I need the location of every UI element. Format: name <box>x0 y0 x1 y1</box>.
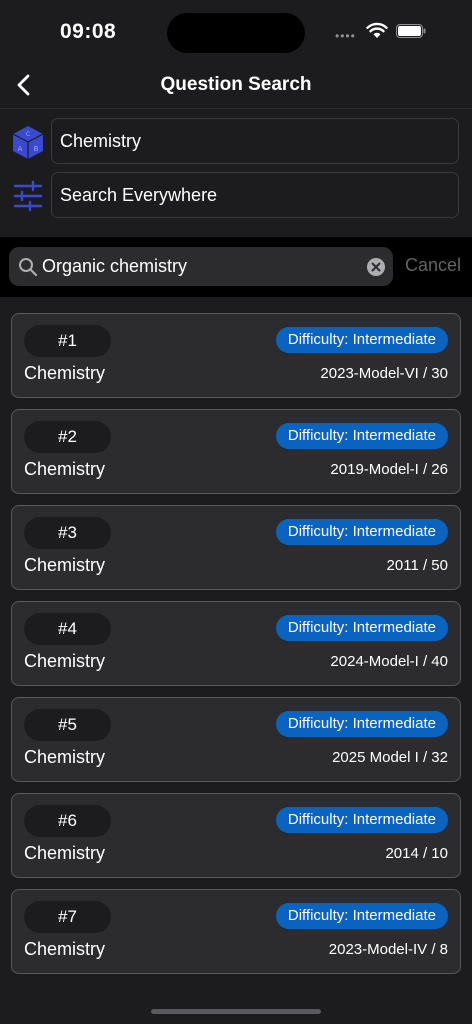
result-card[interactable]: #1 Difficulty: Intermediate Chemistry 20… <box>11 313 461 398</box>
difficulty-badge: Difficulty: Intermediate <box>275 615 448 641</box>
source-label: 2024-Model-I / 40 <box>330 653 448 670</box>
subject-label: Chemistry <box>24 747 106 767</box>
difficulty-badge: Difficulty: Intermediate <box>275 711 448 737</box>
difficulty-badge: Difficulty: Intermediate <box>275 327 448 353</box>
question-number: #2 <box>24 421 111 453</box>
difficulty-badge: Difficulty: Intermediate <box>275 519 448 545</box>
search-input[interactable]: Organic chemistry <box>9 247 393 286</box>
battery-icon <box>396 24 426 38</box>
question-number: #4 <box>24 613 111 645</box>
sliders-icon <box>13 180 43 212</box>
status-bar: 09:08 •••• <box>0 0 472 64</box>
navigation-bar: Question Search <box>0 64 472 109</box>
cancel-button[interactable]: Cancel <box>405 255 461 276</box>
svg-text:B: B <box>34 145 39 153</box>
subject-label: Chemistry <box>24 555 106 575</box>
question-number: #1 <box>24 325 111 357</box>
dynamic-island <box>167 13 305 53</box>
home-indicator[interactable] <box>151 1009 321 1014</box>
subject-cube-icon: C A B <box>12 126 44 159</box>
source-label: 2011 / 50 <box>386 557 448 574</box>
question-number: #5 <box>24 709 111 741</box>
search-icon <box>19 258 38 277</box>
result-card[interactable]: #5 Difficulty: Intermediate Chemistry 20… <box>11 697 461 782</box>
subject-label: Chemistry <box>24 939 106 959</box>
svg-text:A: A <box>18 145 23 153</box>
result-card[interactable]: #6 Difficulty: Intermediate Chemistry 20… <box>11 793 461 878</box>
source-label: 2023-Model-IV / 8 <box>328 941 448 958</box>
page-title: Question Search <box>160 74 312 95</box>
source-label: 2023-Model-VI / 30 <box>320 365 448 382</box>
difficulty-badge: Difficulty: Intermediate <box>275 903 448 929</box>
subject-label: Chemistry <box>24 651 106 671</box>
subject-label: Chemistry <box>24 459 106 479</box>
question-number: #3 <box>24 517 111 549</box>
search-bar-area: Organic chemistry Cancel <box>0 237 472 297</box>
subject-label: Chemistry <box>24 843 106 863</box>
difficulty-badge: Difficulty: Intermediate <box>275 423 448 449</box>
result-card[interactable]: #4 Difficulty: Intermediate Chemistry 20… <box>11 601 461 686</box>
source-label: 2025 Model I / 32 <box>332 749 448 766</box>
cellular-signal-icon: •••• <box>335 29 356 43</box>
question-number: #6 <box>24 805 111 837</box>
source-label: 2019-Model-I / 26 <box>330 461 448 478</box>
scope-filter-row: Search Everywhere <box>0 170 472 222</box>
search-query-text: Organic chemistry <box>42 256 188 276</box>
clear-search-icon[interactable] <box>366 257 386 277</box>
source-label: 2014 / 10 <box>385 845 448 862</box>
svg-text:C: C <box>26 131 30 138</box>
wifi-icon <box>366 22 388 38</box>
result-card[interactable]: #2 Difficulty: Intermediate Chemistry 20… <box>11 409 461 494</box>
result-card[interactable]: #7 Difficulty: Intermediate Chemistry 20… <box>11 889 461 974</box>
difficulty-badge: Difficulty: Intermediate <box>275 807 448 833</box>
subject-label: Chemistry <box>24 363 106 383</box>
question-number: #7 <box>24 901 111 933</box>
result-card[interactable]: #3 Difficulty: Intermediate Chemistry 20… <box>11 505 461 590</box>
subject-filter-row: C A B Chemistry <box>0 116 472 168</box>
status-time: 09:08 <box>60 20 117 43</box>
subject-selector[interactable]: Chemistry <box>51 118 459 164</box>
search-scope-selector[interactable]: Search Everywhere <box>51 172 459 218</box>
